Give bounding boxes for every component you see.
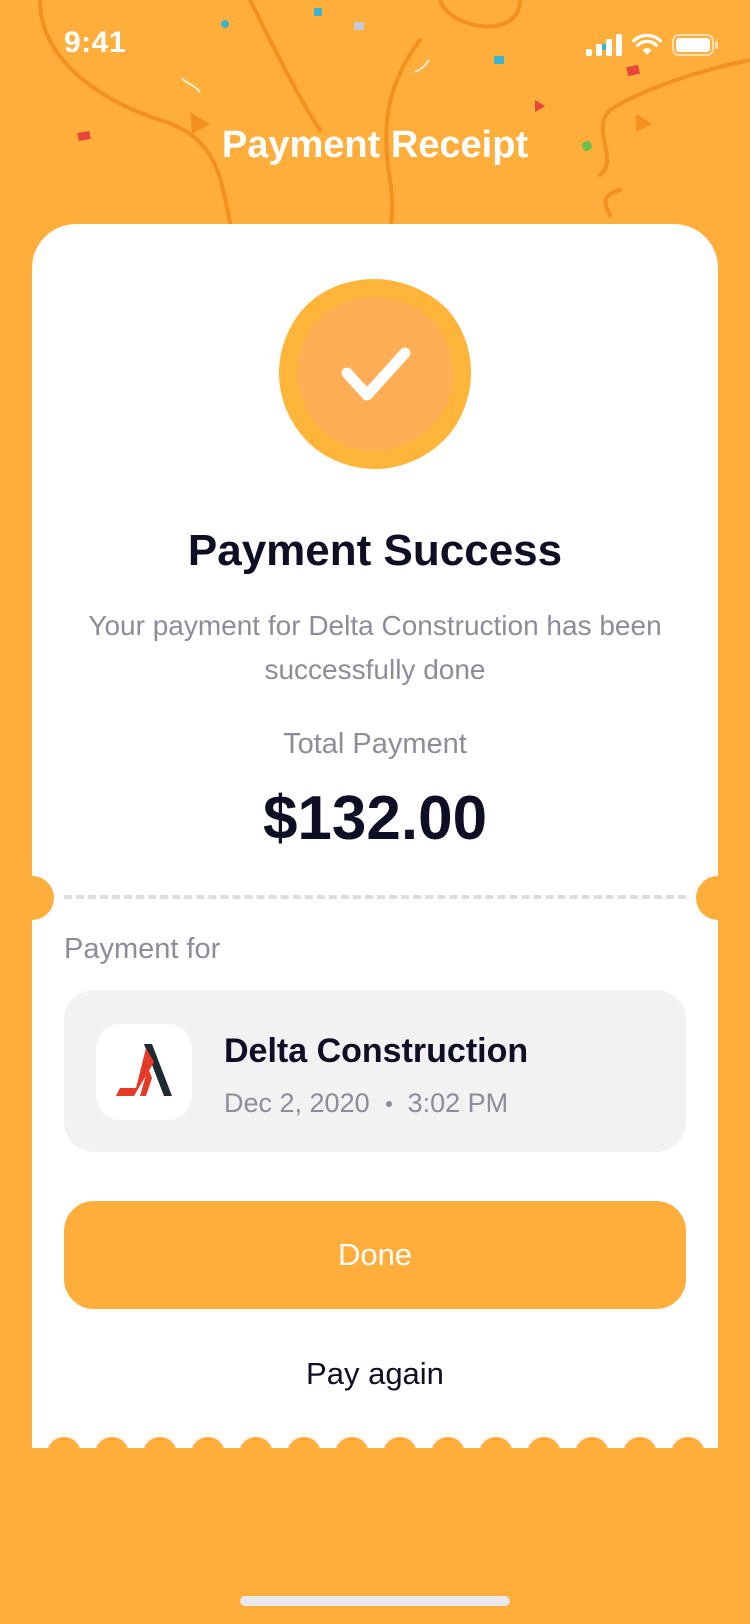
pay-again-link[interactable]: Pay again <box>64 1356 686 1392</box>
merchant-card: Delta Construction Dec 2, 2020 3:02 PM <box>64 990 686 1152</box>
check-badge-icon <box>279 279 471 469</box>
total-payment-amount: $132.00 <box>262 784 488 853</box>
ticket-notch-right <box>696 876 740 920</box>
page-title: Payment Receipt <box>221 124 529 166</box>
total-payment-label: Total Payment <box>283 728 467 760</box>
merchant-logo <box>96 1024 192 1120</box>
payment-receipt-screen: 9:41 Payment Receipt Payment Success You… <box>0 0 750 1624</box>
status-icons <box>586 34 718 56</box>
success-title: Payment Success <box>187 526 563 575</box>
merchant-name: Delta Construction <box>224 1032 529 1070</box>
ticket-scallop-edge <box>32 1424 718 1454</box>
success-description: Your payment for Delta Construction has … <box>88 610 662 685</box>
signal-icon <box>586 34 622 56</box>
done-button[interactable]: Done <box>64 1201 686 1309</box>
merchant-datetime: Dec 2, 2020 3:02 PM <box>224 1088 508 1119</box>
delta-construction-logo <box>116 1044 172 1096</box>
status-time: 9:41 <box>64 26 127 59</box>
payment-for-label: Payment for <box>64 933 221 965</box>
payment-time: 3:02 PM <box>407 1088 509 1118</box>
wifi-icon <box>632 34 662 55</box>
ticket-notch-left <box>10 876 54 920</box>
payment-date: Dec 2, 2020 <box>224 1088 370 1118</box>
battery-icon <box>672 34 718 56</box>
status-bar: 9:41 <box>0 0 750 90</box>
separator-dot <box>385 1100 392 1107</box>
home-indicator <box>240 1596 510 1606</box>
ticket-divider <box>64 895 686 899</box>
